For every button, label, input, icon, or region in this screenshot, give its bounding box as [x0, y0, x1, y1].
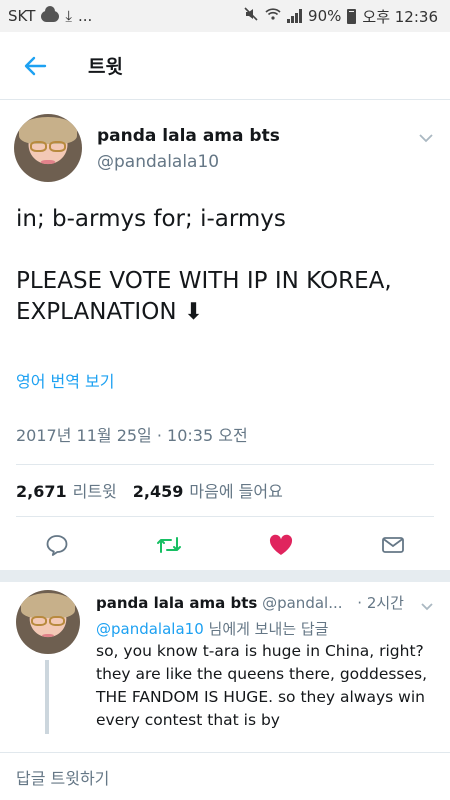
- clock: 오후 12:36: [362, 7, 438, 26]
- translate-link[interactable]: 영어 번역 보기: [16, 368, 115, 392]
- tweet-author-name[interactable]: panda lala ama bts: [97, 126, 280, 146]
- tweet-timestamp: 2017년 11월 25일 · 10:35 오전: [16, 426, 248, 445]
- avatar[interactable]: [14, 114, 82, 182]
- page-title: 트윗: [88, 56, 123, 78]
- reply-to-suffix: 님에게 보내는 답글: [203, 620, 329, 638]
- cloud-icon: [41, 5, 60, 22]
- reply-compose-bar[interactable]: 답글 트윗하기: [0, 752, 450, 800]
- status-right: 90% 오후 12:36: [243, 6, 438, 27]
- reply-author-handle[interactable]: @pandal...: [262, 594, 342, 612]
- reply-compose-label[interactable]: 답글 트윗하기: [16, 765, 109, 789]
- reply-author-name[interactable]: panda lala ama bts: [96, 594, 257, 612]
- wifi-icon: [265, 7, 281, 25]
- tweet-menu-button[interactable]: [418, 128, 434, 147]
- reply-header: panda lala ama bts @pandal... · 2시간: [96, 592, 404, 613]
- tweet-author-handle[interactable]: @pandalala10: [97, 152, 219, 172]
- more-notifications: ...: [78, 7, 93, 25]
- status-bar: SKT ⤓ ... 90% 오후 12:36: [0, 0, 450, 32]
- avatar[interactable]: [16, 590, 80, 654]
- reply-mention-link[interactable]: @pandalala10: [96, 620, 204, 638]
- reply-menu-button[interactable]: [420, 596, 434, 615]
- battery-icon: [347, 8, 357, 24]
- reply-time: · 2시간: [357, 594, 404, 612]
- reply-tweet[interactable]: panda lala ama bts @pandal... · 2시간 @pan…: [0, 482, 450, 800]
- chevron-down-icon: [421, 603, 433, 611]
- back-arrow-icon: [24, 56, 47, 75]
- replying-to: @pandalala10 님에게 보내는 답글: [96, 618, 328, 639]
- carrier-label: SKT: [8, 7, 36, 25]
- tweet-text: in; b-armys for; i-armys PLEASE VOTE WIT…: [16, 206, 392, 325]
- chevron-down-icon: [419, 134, 433, 143]
- status-left: SKT ⤓ ...: [8, 5, 93, 25]
- signal-icon: [287, 9, 303, 23]
- divider: [16, 464, 434, 465]
- app-header: 트윗: [0, 32, 450, 100]
- battery-percent: 90%: [308, 7, 342, 25]
- thread-line: [45, 660, 49, 734]
- mute-icon: [243, 6, 259, 26]
- download-icon: ⤓: [65, 7, 72, 25]
- back-button[interactable]: [20, 51, 50, 81]
- reply-text: so, you know t-ara is huge in China, rig…: [96, 642, 428, 729]
